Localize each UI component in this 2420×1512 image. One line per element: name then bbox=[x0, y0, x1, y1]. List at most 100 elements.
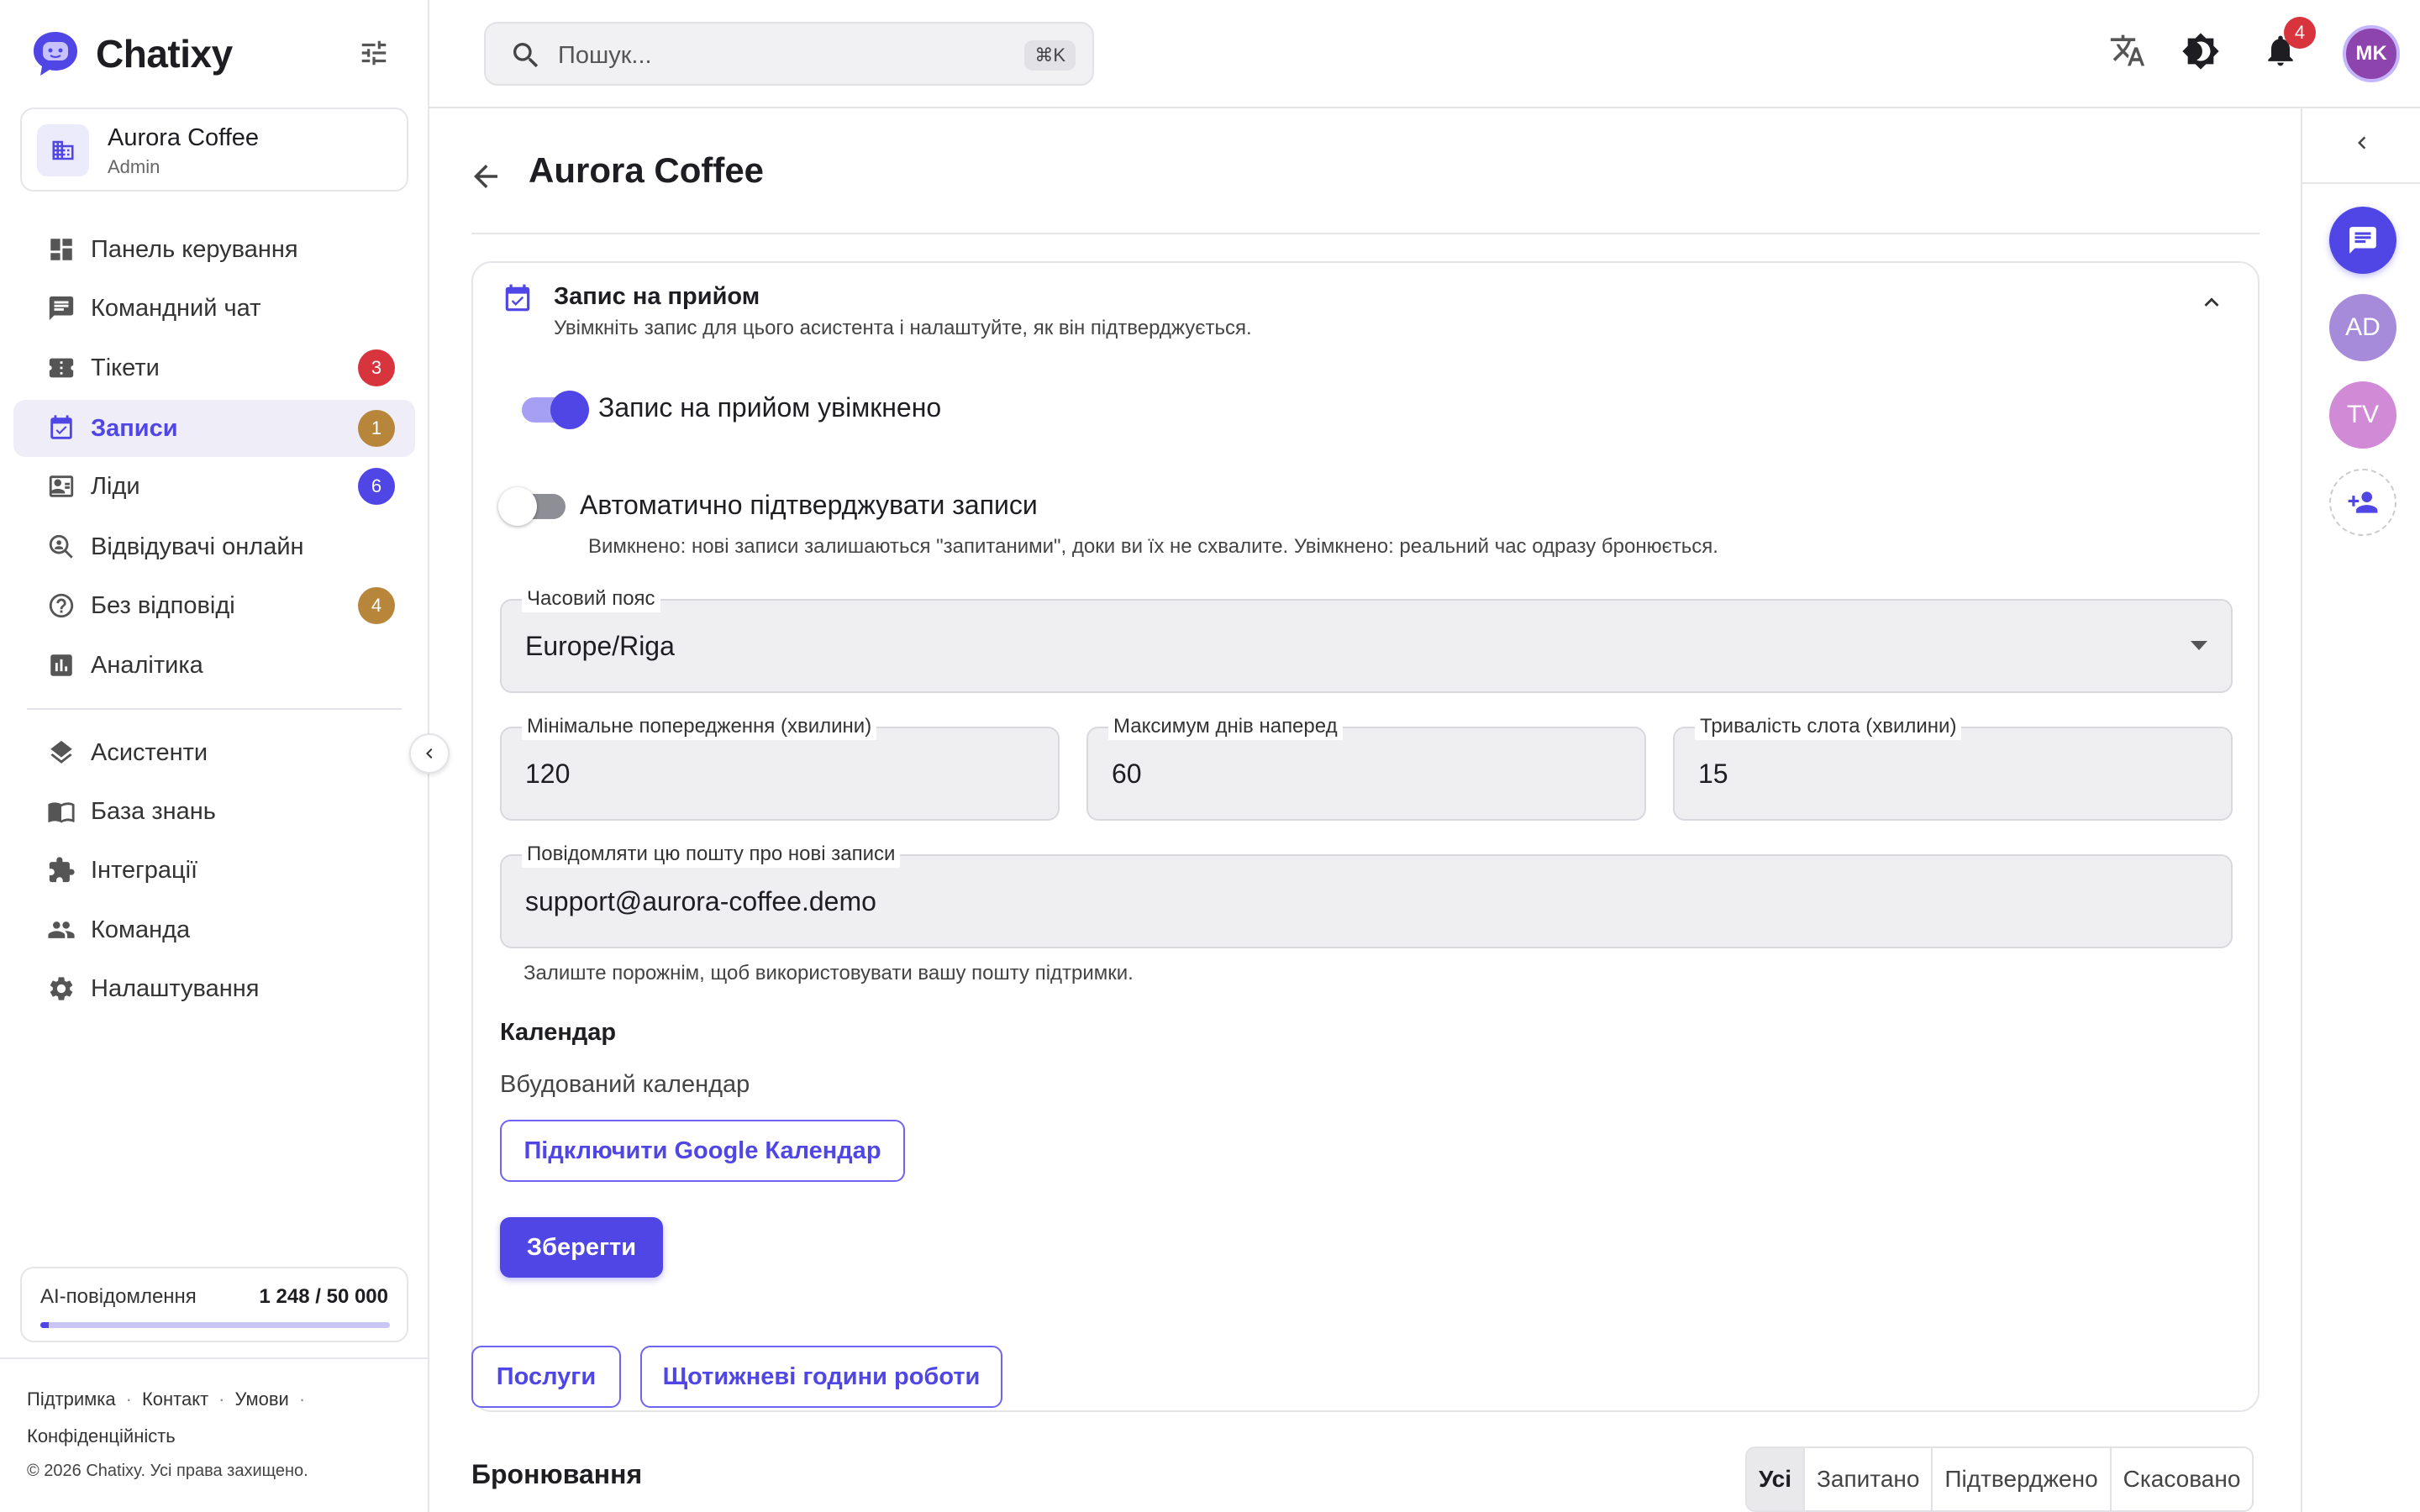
sidebar-item-label: Панель керування bbox=[91, 235, 298, 263]
visitors-search-icon bbox=[45, 531, 77, 563]
tab-confirmed[interactable]: Підтверджено bbox=[1931, 1448, 2109, 1510]
chevron-left-icon bbox=[426, 748, 433, 759]
search-icon bbox=[513, 43, 539, 68]
layers-icon bbox=[45, 737, 77, 769]
ticket-icon bbox=[45, 352, 77, 384]
gear-icon bbox=[45, 973, 77, 1005]
sidebar-item-leads[interactable]: Ліди 6 bbox=[13, 458, 415, 515]
dropdown-caret-icon bbox=[2191, 641, 2207, 650]
usage-label: AI-повідомлення bbox=[40, 1285, 197, 1308]
notify-email-label: Повідомляти цю пошту про нові записи bbox=[522, 841, 901, 868]
org-role: Admin bbox=[108, 156, 160, 177]
chevron-left-icon[interactable] bbox=[2349, 130, 2375, 155]
copyright: © 2026 Chatixy. Усі права захищено. bbox=[27, 1462, 308, 1480]
title-divider bbox=[471, 233, 2260, 234]
topbar: Пошук... ⌘K 4 MK bbox=[429, 0, 2420, 108]
puzzle-icon bbox=[45, 854, 77, 886]
notification-badge: 4 bbox=[2284, 17, 2316, 49]
theme-toggle-icon[interactable] bbox=[2181, 32, 2220, 75]
sidebar-item-label: Відвідувачі онлайн bbox=[91, 533, 304, 560]
weekly-hours-button[interactable]: Щотижневі години роботи bbox=[640, 1346, 1002, 1408]
chat-icon bbox=[2349, 227, 2376, 254]
sidebar-item-unanswered[interactable]: Без відповіді 4 bbox=[13, 577, 415, 634]
sidebar-item-integrations[interactable]: Інтеграції bbox=[13, 842, 415, 899]
sidebar-collapse-button[interactable] bbox=[409, 733, 450, 774]
sidebar-divider bbox=[27, 708, 402, 710]
card-title: Запис на прийом bbox=[554, 283, 760, 310]
sidebar-item-analytics[interactable]: Аналітика bbox=[13, 637, 415, 694]
notify-email-hint: Залиште порожнім, щоб використовувати ва… bbox=[523, 962, 1134, 984]
booking-enabled-toggle[interactable] bbox=[522, 391, 589, 429]
slot-duration-label: Тривалість слота (хвилини) bbox=[1695, 713, 1962, 740]
back-arrow-icon[interactable] bbox=[468, 159, 503, 198]
user-avatar[interactable]: MK bbox=[2343, 25, 2400, 82]
min-notice-label: Мінімальне попередження (хвилини) bbox=[522, 713, 877, 740]
search-input[interactable]: Пошук... ⌘K bbox=[484, 22, 1094, 86]
toggle-knob bbox=[498, 487, 537, 526]
question-circle-icon bbox=[45, 590, 77, 622]
dashboard-icon bbox=[45, 234, 77, 265]
notify-email-field[interactable]: Повідомляти цю пошту про нові записи sup… bbox=[500, 841, 2233, 948]
sidebar-item-team-chat[interactable]: Командний чат bbox=[13, 280, 415, 337]
tab-requested[interactable]: Запитано bbox=[1803, 1448, 1931, 1510]
bar-chart-icon bbox=[45, 649, 77, 681]
chevron-up-icon[interactable] bbox=[2197, 288, 2226, 321]
timezone-select[interactable]: Часовий пояс Europe/Riga bbox=[500, 585, 2233, 693]
toggle-knob bbox=[550, 391, 589, 429]
usage-progress-bar bbox=[40, 1322, 390, 1328]
connect-google-calendar-button[interactable]: Підключити Google Календар bbox=[500, 1120, 905, 1182]
contact-card-icon bbox=[45, 470, 77, 502]
add-person-icon bbox=[2348, 491, 2378, 513]
org-switcher[interactable]: Aurora Coffee Admin bbox=[20, 108, 408, 192]
usage-card: AI-повідомлення 1 248 / 50 000 bbox=[20, 1267, 408, 1342]
footer-link-privacy[interactable]: Конфіденційність bbox=[27, 1425, 176, 1446]
booking-settings-card: Запис на прийом Увімкніть запис для цьог… bbox=[471, 261, 2260, 1412]
sidebar-item-dashboard[interactable]: Панель керування bbox=[13, 221, 415, 278]
footer-link-contact[interactable]: Контакт bbox=[142, 1389, 208, 1410]
sidebar-item-tickets[interactable]: Тікети 3 bbox=[13, 339, 415, 396]
sidebar-item-label: База знань bbox=[91, 797, 216, 825]
auto-confirm-hint: Вимкнено: нові записи залишаються "запит… bbox=[588, 535, 1718, 558]
building-icon bbox=[37, 124, 89, 176]
add-member-button[interactable] bbox=[2329, 469, 2396, 536]
sidebar-item-label: Аналітика bbox=[91, 651, 203, 679]
logo[interactable]: Chatixy bbox=[30, 29, 233, 79]
slot-duration-value: 15 bbox=[1698, 759, 1728, 789]
footer-divider bbox=[0, 1357, 429, 1359]
calendar-check-icon bbox=[502, 283, 534, 319]
auto-confirm-toggle[interactable] bbox=[498, 487, 566, 526]
bookings-filter-tabs: Усі Запитано Підтверджено Скасовано bbox=[1745, 1446, 2254, 1512]
member-avatar-ad[interactable]: AD bbox=[2329, 294, 2396, 361]
timezone-label: Часовий пояс bbox=[522, 585, 660, 612]
team-chat-button[interactable] bbox=[2329, 207, 2396, 274]
sidebar-item-appointments[interactable]: Записи 1 bbox=[13, 400, 415, 457]
footer-links: Підтримка · Контакт · Умови · Конфіденційніст… bbox=[27, 1389, 306, 1446]
max-days-field[interactable]: Максимум днів наперед 60 bbox=[1086, 713, 1646, 821]
tune-icon[interactable] bbox=[358, 37, 390, 73]
timezone-value: Europe/Riga bbox=[525, 631, 675, 661]
slot-duration-field[interactable]: Тривалість слота (хвилини) 15 bbox=[1673, 713, 2233, 821]
people-icon bbox=[45, 914, 77, 946]
book-icon bbox=[45, 795, 77, 827]
auto-confirm-label: Автоматично підтверджувати записи bbox=[580, 490, 1038, 520]
max-days-label: Максимум днів наперед bbox=[1108, 713, 1343, 740]
min-notice-value: 120 bbox=[525, 759, 571, 789]
save-button[interactable]: Зберегти bbox=[500, 1217, 663, 1278]
sidebar-item-team[interactable]: Команда bbox=[13, 901, 415, 958]
footer-link-support[interactable]: Підтримка bbox=[27, 1389, 116, 1410]
services-button[interactable]: Послуги bbox=[471, 1346, 621, 1408]
right-rail: AD TV bbox=[2301, 108, 2420, 1512]
tab-cancelled[interactable]: Скасовано bbox=[2109, 1448, 2253, 1510]
member-avatar-tv[interactable]: TV bbox=[2329, 381, 2396, 449]
usage-value: 1 248 / 50 000 bbox=[259, 1285, 388, 1308]
footer-link-terms[interactable]: Умови bbox=[234, 1389, 288, 1410]
search-shortcut: ⌘K bbox=[1024, 40, 1076, 71]
sidebar-item-visitors-online[interactable]: Відвідувачі онлайн bbox=[13, 518, 415, 575]
sidebar: Chatixy Aurora Coffee Admin Панель керув… bbox=[0, 0, 429, 1512]
translate-icon[interactable] bbox=[2109, 32, 2146, 73]
min-notice-field[interactable]: Мінімальне попередження (хвилини) 120 bbox=[500, 713, 1060, 821]
sidebar-item-assistants[interactable]: Асистенти bbox=[13, 724, 415, 781]
tab-all[interactable]: Усі bbox=[1747, 1448, 1804, 1510]
sidebar-item-settings[interactable]: Налаштування bbox=[13, 960, 415, 1017]
sidebar-item-knowledge-base[interactable]: База знань bbox=[13, 783, 415, 840]
